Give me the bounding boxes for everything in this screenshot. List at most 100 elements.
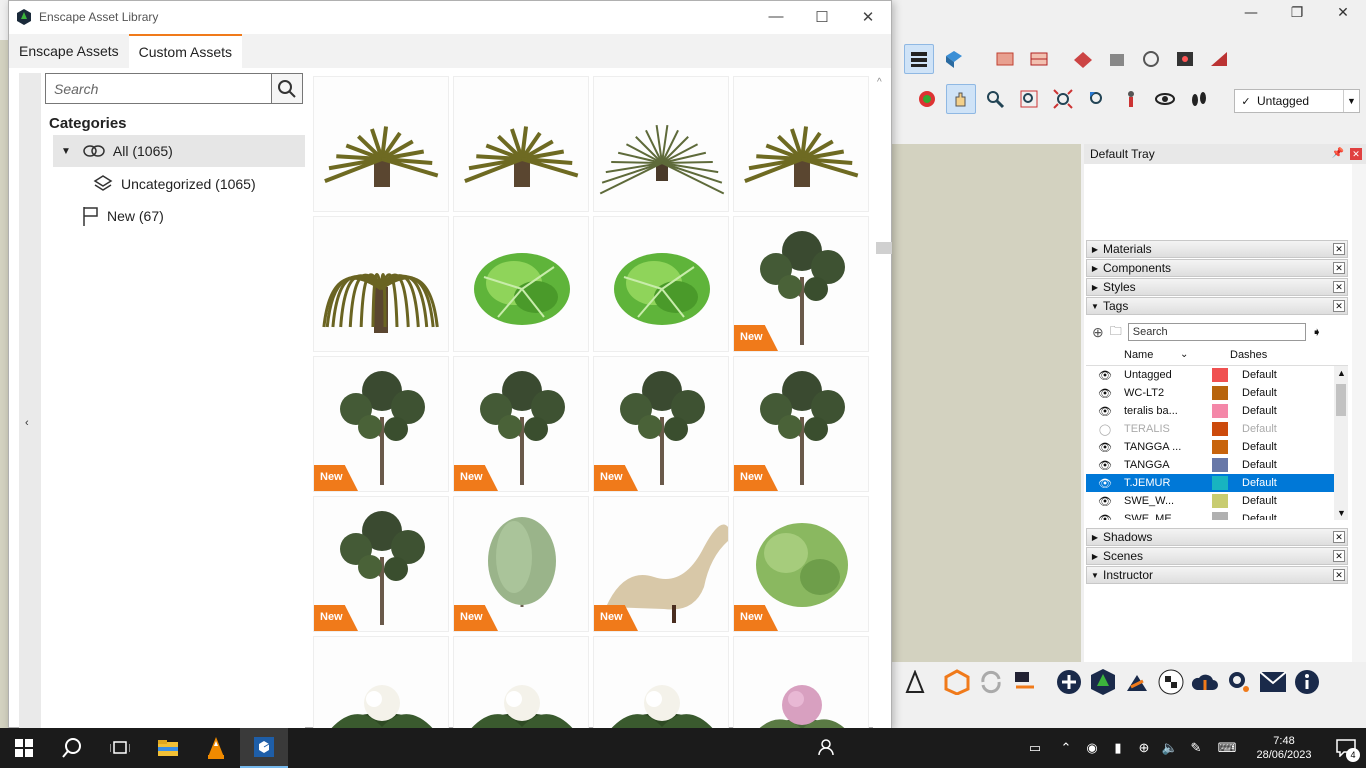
panel-close-icon[interactable]: ✕ [1333,243,1345,255]
tags-col-dashes[interactable]: Dashes [1230,349,1330,361]
pin-icon[interactable]: 📌 [1332,148,1344,160]
upload-icon[interactable] [1190,667,1220,697]
eye-icon[interactable]: 👁 [1086,495,1124,508]
collapse-triangle-icon[interactable]: ▶ [1087,533,1103,542]
active-tag-dropdown[interactable]: ✓ Untagged ▼ [1234,89,1360,113]
panel-close-icon[interactable]: ✕ [1333,300,1345,312]
start-windows-icon[interactable] [0,728,48,768]
taskbar-clock[interactable]: 7:48 28/06/2023 [1248,734,1320,762]
asset-library-icon[interactable] [1088,667,1118,697]
asset-grid-scrollbar[interactable]: ^ [873,73,892,729]
panel-close-icon[interactable]: ✕ [1333,262,1345,274]
panel-scenes[interactable]: ▶ Scenes ✕ [1086,547,1348,565]
asset-tile[interactable] [313,636,449,729]
section-cut-icon[interactable] [1024,44,1054,74]
tag-dashes[interactable]: Default [1242,513,1342,520]
category-all[interactable]: ▼ All (1065) [53,135,305,167]
panel-styles[interactable]: ▶ Styles ✕ [1086,278,1348,296]
sidebar-collapse-bar[interactable]: ‹ [19,73,41,729]
file-explorer-icon[interactable] [144,728,192,768]
tag-dashes[interactable]: Default [1242,423,1342,435]
orbit-icon[interactable] [912,84,942,114]
tag-row[interactable]: 👁 T.JEMUR Default [1086,474,1348,492]
panel-shadows[interactable]: ▶ Shadows ✕ [1086,528,1348,546]
sync-views-icon[interactable] [1010,667,1040,697]
material-editor-icon[interactable] [1122,667,1152,697]
feedback-mail-icon[interactable] [1258,667,1288,697]
walk-icon[interactable] [1184,84,1214,114]
tray-close-icon[interactable]: ✕ [1350,148,1362,160]
maximize-button[interactable]: ☐ [799,1,845,32]
tag-color-swatch[interactable] [1212,386,1228,400]
asset-tile[interactable] [453,76,589,212]
restore-button[interactable]: ❐ [1274,0,1320,26]
panel-components[interactable]: ▶ Components ✕ [1086,259,1348,277]
tag-color-swatch[interactable] [1212,494,1228,508]
search-icon[interactable] [48,728,96,768]
tags-scrollbar[interactable]: ▲ ▼ [1334,366,1348,520]
scroll-up-icon[interactable]: ^ [877,77,882,88]
tags-search-input[interactable]: Search [1127,323,1306,341]
tag-row[interactable]: 👁 SWE_ME Default [1086,510,1348,520]
pen-icon[interactable]: ✎ [1186,740,1206,756]
asset-tile[interactable]: New [313,356,449,492]
tag-row[interactable]: 👁 TANGGA ... Default [1086,438,1348,456]
task-view-icon[interactable] [96,728,144,768]
photo-match-icon[interactable] [1204,44,1234,74]
asset-tile[interactable] [733,636,869,729]
asset-tile[interactable]: New [733,216,869,352]
expand-triangle-icon[interactable]: ▼ [61,146,71,157]
add-location-icon[interactable] [1170,44,1200,74]
tags-scroll-thumb[interactable] [1336,384,1346,416]
news-icon[interactable]: ▭ [1020,740,1050,756]
tag-row[interactable]: 👁 TANGGA Default [1086,456,1348,474]
extension-icon[interactable] [1136,44,1166,74]
asset-tile[interactable]: New [733,496,869,632]
eye-icon[interactable]: 👁 [1086,441,1124,454]
panel-close-icon[interactable]: ✕ [1333,531,1345,543]
tag-dashes[interactable]: Default [1242,477,1342,489]
expand-triangle-icon[interactable]: ▼ [1087,302,1103,311]
asset-tile[interactable] [453,636,589,729]
asset-tile[interactable]: New [313,496,449,632]
model-viewport[interactable] [892,144,1081,662]
asset-tile[interactable] [453,216,589,352]
settings-icon[interactable] [1224,667,1254,697]
about-info-icon[interactable] [1292,667,1322,697]
minimize-button[interactable]: — [753,1,799,32]
scroll-up-icon[interactable]: ▲ [1337,368,1346,378]
eye-icon[interactable]: 👁 [1086,369,1124,382]
panel-tags[interactable]: ▼ Tags ✕ [1086,297,1348,315]
tag-dashes[interactable]: Default [1242,369,1342,381]
asset-tile[interactable] [593,216,729,352]
tag-color-swatch[interactable] [1212,440,1228,454]
tag-color-swatch[interactable] [1212,458,1228,472]
paint-bucket-icon[interactable] [938,44,968,74]
panel-materials[interactable]: ▶ Materials ✕ [1086,240,1348,258]
position-camera-icon[interactable] [1116,84,1146,114]
tab-enscape-assets[interactable]: Enscape Assets [9,34,129,68]
pan-hand-icon[interactable] [946,84,976,114]
tray-scrollbar[interactable] [1352,164,1366,662]
eye-icon[interactable]: 👁 [1086,477,1124,490]
eye-hidden-icon[interactable]: ◯ [1086,423,1124,436]
collapse-triangle-icon[interactable]: ▶ [1087,245,1103,254]
add-tag-folder-icon[interactable]: 🗀 [1110,322,1122,343]
tag-color-swatch[interactable] [1212,476,1228,490]
tab-custom-assets[interactable]: Custom Assets [128,34,242,68]
section-plane-icon[interactable] [990,44,1020,74]
notification-center-icon[interactable]: 4 [1326,728,1366,768]
tag-row[interactable]: 👁 teralis ba... Default [1086,402,1348,420]
asset-tile[interactable]: New [453,356,589,492]
close-button[interactable]: ✕ [845,1,891,32]
zoom-window-icon[interactable] [1014,84,1044,114]
tag-row[interactable]: ◯ TERALIS Default [1086,420,1348,438]
minimize-button[interactable]: — [1228,0,1274,26]
tag-dashes[interactable]: Default [1242,387,1342,399]
eye-icon[interactable]: 👁 [1086,387,1124,400]
tag-row[interactable]: 👁 SWE_W... Default [1086,492,1348,510]
asset-tile[interactable]: New [593,356,729,492]
zoom-icon[interactable] [980,84,1010,114]
tag-color-swatch[interactable] [1212,512,1228,520]
tag-dashes[interactable]: Default [1242,495,1342,507]
